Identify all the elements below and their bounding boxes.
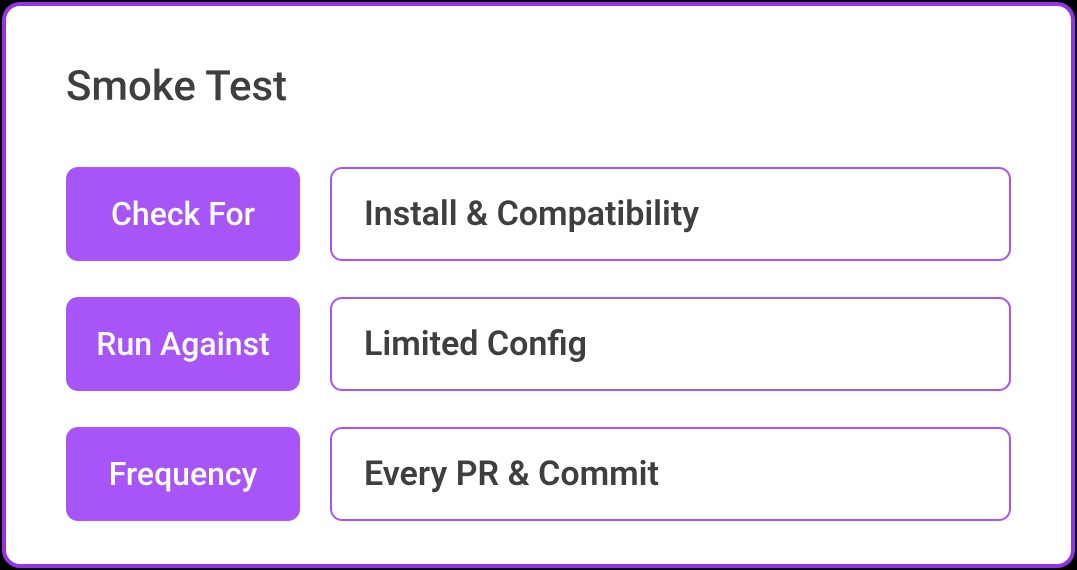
row-run-against: Run Against Limited Config (66, 297, 1011, 391)
label-frequency: Frequency (66, 427, 300, 521)
row-frequency: Frequency Every PR & Commit (66, 427, 1011, 521)
row-check-for: Check For Install & Compatibility (66, 167, 1011, 261)
label-run-against: Run Against (66, 297, 300, 391)
smoke-test-card: Smoke Test Check For Install & Compatibi… (2, 2, 1075, 568)
card-title: Smoke Test (66, 62, 1011, 111)
label-check-for: Check For (66, 167, 300, 261)
value-frequency: Every PR & Commit (330, 427, 1011, 521)
value-run-against: Limited Config (330, 297, 1011, 391)
value-check-for: Install & Compatibility (330, 167, 1011, 261)
rows-container: Check For Install & Compatibility Run Ag… (66, 167, 1011, 521)
